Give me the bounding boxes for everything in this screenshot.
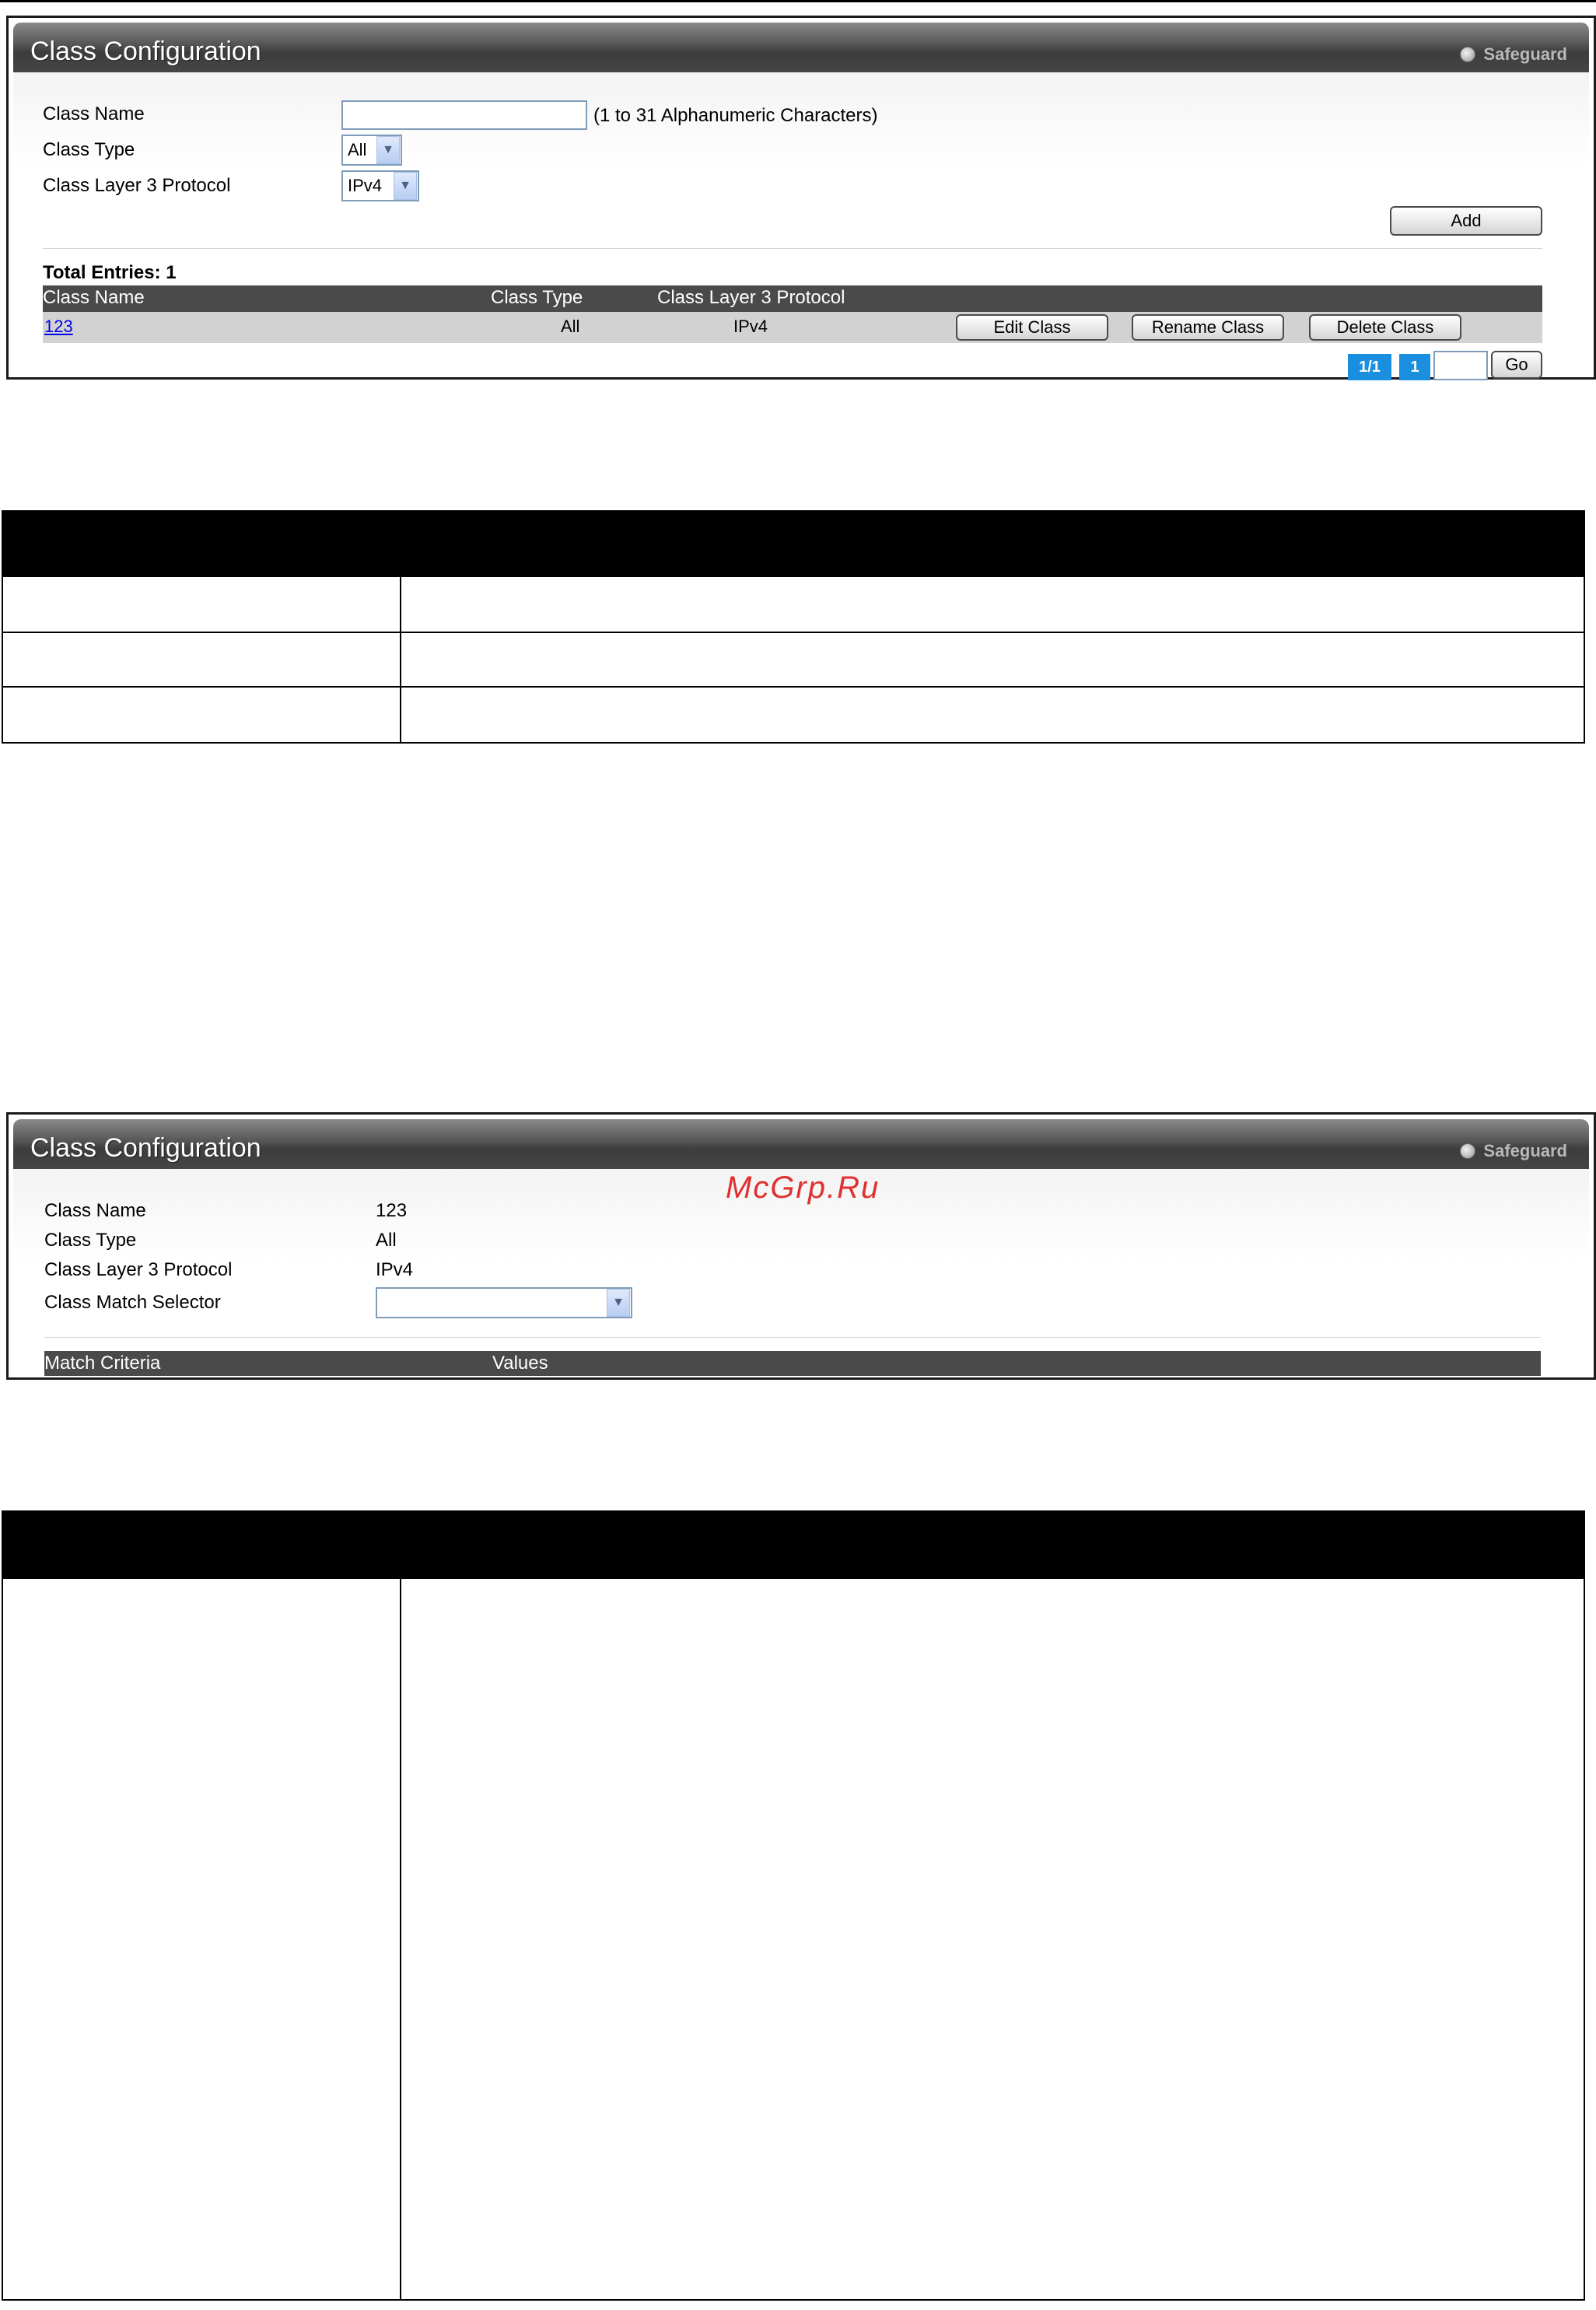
description-table-header [3, 1512, 1584, 1579]
safeguard-label: Safeguard [1483, 1141, 1567, 1160]
go-button[interactable]: Go [1491, 351, 1542, 379]
class-configuration-edit-panel: Class Configuration Safeguard McGrp.Ru C… [6, 1112, 1596, 1380]
class-match-selector-label: Class Match Selector [44, 1292, 221, 1313]
chevron-down-icon: ▼ [376, 136, 400, 164]
page-number-button[interactable]: 1 [1399, 354, 1430, 380]
class-match-selector-select[interactable]: ▼ [376, 1287, 632, 1318]
delete-class-button[interactable]: Delete Class [1309, 314, 1461, 341]
class-type-value: All [376, 1230, 397, 1251]
rename-class-button[interactable]: Rename Class [1132, 314, 1284, 341]
table-row: 123 All IPv4 Edit Class Rename Class Del… [43, 312, 1542, 343]
row-divider [3, 632, 1584, 633]
col-header-values: Values [492, 1353, 548, 1374]
top-rule [0, 0, 1596, 2]
edit-class-button[interactable]: Edit Class [956, 314, 1108, 341]
panel-title: Class Configuration [30, 37, 261, 66]
class-l3-protocol-value: IPv4 [348, 176, 383, 195]
chevron-down-icon: ▼ [607, 1289, 630, 1317]
add-button[interactable]: Add [1390, 206, 1542, 236]
divider [44, 1337, 1541, 1339]
class-l3-protocol-select[interactable]: IPv4 ▼ [341, 170, 419, 201]
class-name-link[interactable]: 123 [44, 317, 73, 337]
col-header-class-name: Class Name [43, 287, 145, 308]
class-name-hint: (1 to 31 Alphanumeric Characters) [593, 105, 878, 126]
class-type-cell: All [561, 317, 580, 336]
panel-header: Class Configuration Safeguard [13, 23, 1589, 72]
class-type-label: Class Type [43, 139, 135, 160]
safeguard-label: Safeguard [1483, 44, 1567, 64]
class-type-value: All [348, 140, 367, 159]
page-info-badge: 1/1 [1348, 354, 1391, 380]
class-name-value: 123 [376, 1200, 408, 1221]
class-name-label: Class Name [44, 1200, 146, 1221]
class-name-input[interactable] [341, 100, 587, 130]
description-table [2, 1510, 1585, 2301]
match-criteria-table-header: Match Criteria Values [44, 1351, 1541, 1376]
safeguard-icon [1460, 1143, 1476, 1159]
panel-body: Class Name (1 to 31 Alphanumeric Charact… [13, 72, 1589, 380]
description-table-header [3, 512, 1584, 577]
column-divider [400, 1579, 401, 2299]
col-header-class-l3-protocol: Class Layer 3 Protocol [657, 287, 845, 308]
safeguard-indicator: Safeguard [1460, 1141, 1567, 1161]
class-name-label: Class Name [43, 103, 145, 124]
divider [43, 248, 1542, 250]
col-header-class-type: Class Type [491, 287, 583, 308]
col-header-match-criteria: Match Criteria [44, 1353, 161, 1374]
class-configuration-panel: Class Configuration Safeguard Class Name… [6, 16, 1596, 380]
class-l3-protocol-cell: IPv4 [733, 317, 768, 336]
column-divider [400, 577, 401, 742]
safeguard-indicator: Safeguard [1460, 44, 1567, 65]
page-jump-input[interactable] [1433, 351, 1488, 380]
panel-body: McGrp.Ru Class Name 123 Class Type All C… [13, 1169, 1589, 1376]
panel-header: Class Configuration Safeguard [13, 1119, 1589, 1169]
panel-title: Class Configuration [30, 1133, 261, 1163]
class-type-label: Class Type [44, 1230, 137, 1251]
class-l3-protocol-label: Class Layer 3 Protocol [44, 1259, 233, 1280]
watermark: McGrp.Ru [726, 1171, 880, 1205]
total-entries: Total Entries: 1 [43, 262, 177, 283]
class-l3-protocol-value: IPv4 [376, 1259, 414, 1280]
chevron-down-icon: ▼ [394, 172, 417, 200]
row-divider [3, 686, 1584, 688]
class-l3-protocol-label: Class Layer 3 Protocol [43, 175, 231, 196]
table-header: Class Name Class Type Class Layer 3 Prot… [43, 285, 1542, 312]
description-table [2, 510, 1585, 744]
class-type-select[interactable]: All ▼ [341, 135, 402, 166]
safeguard-icon [1460, 47, 1476, 62]
